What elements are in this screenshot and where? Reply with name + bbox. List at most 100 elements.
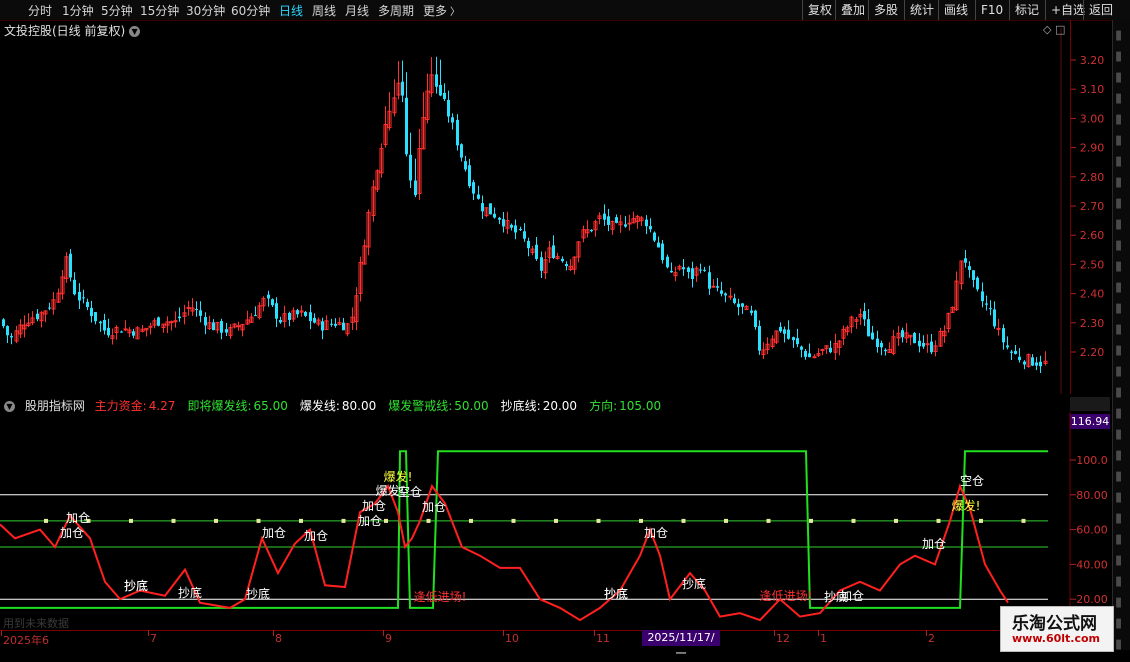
- signal-dot: [1021, 518, 1026, 523]
- candle: [186, 300, 191, 316]
- candle: [942, 325, 947, 343]
- candle: [18, 319, 23, 339]
- candle: [182, 304, 187, 325]
- toolbar-button-3[interactable]: 统计: [904, 0, 939, 20]
- candle: [409, 132, 412, 189]
- candle: [48, 302, 51, 311]
- period-tab-6[interactable]: 日线: [279, 2, 303, 19]
- indicator-field-label: 爆发警戒线:: [388, 399, 453, 413]
- candle: [56, 288, 61, 304]
- chevron-down-icon[interactable]: ▼: [129, 26, 141, 37]
- candle: [728, 287, 733, 300]
- candle: [770, 335, 775, 349]
- candle: [576, 241, 581, 263]
- candle: [69, 249, 72, 282]
- candle: [309, 304, 312, 330]
- signal-dot: [851, 518, 856, 523]
- toolbar-button-5[interactable]: F10: [975, 0, 1008, 20]
- square-icon[interactable]: □: [1055, 23, 1065, 36]
- toolbar-button-8[interactable]: 返回: [1083, 0, 1118, 20]
- period-tab-9[interactable]: 多周期: [378, 2, 414, 19]
- signal-annotation: 加仓: [840, 589, 864, 603]
- stock-title-text: 文投控股(日线 前复权): [4, 24, 126, 38]
- candle: [871, 325, 874, 340]
- indicator-field-1: 即将爆发线: 65.00: [187, 399, 293, 413]
- toolbar-button-4[interactable]: 画线: [938, 0, 973, 20]
- stock-title[interactable]: 文投控股(日线 前复权) ▼: [4, 22, 141, 39]
- indicator-name[interactable]: 股朋指标网: [25, 399, 85, 413]
- candle: [527, 237, 530, 257]
- signal-dot: [979, 518, 983, 523]
- candle: [144, 327, 149, 337]
- strip-glyph: ▮: [1115, 532, 1123, 547]
- direction-line: [0, 450, 1048, 609]
- candle: [854, 317, 859, 329]
- right-side-panel[interactable]: ▮ ▮ ▮ ▮ ▮ ▮ ▮ ▮ ▮ ▮ ▮ ▮ ▮ ▮ ▮ ▮ ▮ ▮ ▮ ▮ ▮ ▮ ▮ ▮ ▮ ▮ ▮ ▮ ▮ ▮: [1112, 20, 1130, 650]
- signal-dot: [129, 518, 133, 523]
- toolbar-button-1[interactable]: 叠加: [835, 0, 870, 20]
- candle: [687, 266, 690, 279]
- candle: [891, 329, 896, 356]
- candle: [279, 316, 282, 324]
- candle: [26, 313, 31, 328]
- candle: [1006, 336, 1009, 350]
- toolbar-button-0[interactable]: 复权: [802, 0, 837, 20]
- candle: [673, 266, 678, 282]
- signal-dot: [511, 518, 516, 523]
- candle: [792, 336, 795, 348]
- toolbar-button-6[interactable]: 标记: [1009, 0, 1044, 20]
- candle: [275, 297, 278, 328]
- candle: [590, 229, 593, 233]
- candle: [1002, 324, 1005, 350]
- period-tab-2[interactable]: 5分钟: [101, 2, 133, 19]
- candle: [720, 281, 723, 297]
- period-tab-1[interactable]: 1分钟: [62, 2, 94, 19]
- signal-dot: [214, 518, 218, 523]
- indicator-field-value: 65.00: [253, 399, 288, 413]
- candle: [502, 211, 505, 233]
- indicator-field-label: 即将爆发线:: [187, 399, 252, 413]
- candle: [946, 312, 951, 333]
- candle: [645, 215, 648, 235]
- candle: [699, 263, 702, 274]
- candle: [127, 327, 132, 338]
- period-tab-5[interactable]: 60分钟: [231, 2, 270, 19]
- candle: [261, 296, 266, 312]
- candles: [2, 56, 1048, 373]
- indicator-chart[interactable]: 100.080.0060.0040.0020.00加仓加仓抄底 抄底 抄底加仓 加仓加…: [0, 412, 1112, 630]
- candlestick-chart[interactable]: 3.20 3.10 3.00 2.90 2.80 2.70 2.60 2.50 2.40 2.30…: [0, 20, 1112, 394]
- candle: [90, 300, 93, 323]
- price-tick-label: 2.20: [1080, 346, 1105, 359]
- candle: [565, 261, 568, 271]
- period-tab-8[interactable]: 月线: [345, 2, 369, 19]
- chevron-right-icon[interactable]: 〉: [450, 3, 460, 18]
- candle: [887, 342, 892, 354]
- candle: [716, 278, 719, 292]
- candle: [530, 245, 535, 256]
- chevron-down-icon[interactable]: ▼: [4, 401, 15, 412]
- strip-glyph: ▮: [1115, 217, 1123, 232]
- signal-dot: [554, 518, 558, 523]
- candle: [954, 271, 959, 312]
- candle: [774, 330, 779, 345]
- period-tab-4[interactable]: 30分钟: [186, 2, 225, 19]
- candle: [114, 325, 119, 340]
- period-tab-3[interactable]: 15分钟: [140, 2, 179, 19]
- candle: [245, 310, 250, 325]
- candle: [884, 348, 887, 356]
- period-tab-7[interactable]: 周线: [312, 2, 336, 19]
- candle: [481, 195, 484, 219]
- indicator-field-value: 80.00: [341, 399, 377, 413]
- toolbar-button-2[interactable]: 多股: [868, 0, 903, 20]
- candle: [94, 312, 97, 325]
- period-tab-10[interactable]: 更多: [423, 2, 447, 19]
- diamond-icon[interactable]: ◇: [1043, 23, 1052, 36]
- candle: [190, 298, 195, 316]
- candle: [841, 325, 846, 346]
- candle: [30, 311, 35, 326]
- candle: [783, 326, 786, 343]
- candle: [51, 292, 56, 315]
- strip-glyph: ▮: [1115, 49, 1123, 64]
- period-tab-0[interactable]: 分时: [28, 2, 52, 19]
- candle: [161, 323, 166, 333]
